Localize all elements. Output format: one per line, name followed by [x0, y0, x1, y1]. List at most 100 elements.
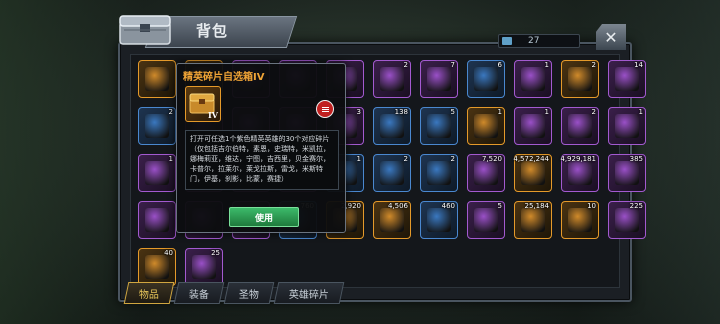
inventory-slot[interactable]: 40 [138, 248, 176, 286]
potion-icon [568, 161, 592, 185]
item-count: 3 [356, 108, 361, 116]
inventory-slot[interactable]: 4,506 [373, 201, 411, 239]
inventory-slot[interactable]: 460 [420, 201, 458, 239]
card-icon [568, 114, 592, 138]
item-count: 2 [591, 61, 596, 69]
inventory-slot[interactable]: 1 [514, 107, 552, 145]
item-count: 14 [634, 61, 643, 69]
gem-icon [521, 67, 545, 91]
page-title: 背包 [196, 22, 229, 40]
inventory-slot[interactable] [138, 60, 176, 98]
tab-equipment[interactable]: 装备 [173, 282, 225, 304]
item-count: 4,506 [387, 202, 408, 210]
item-count: 4,929,181 [560, 155, 596, 163]
item-count: 1 [544, 108, 549, 116]
inventory-slot[interactable]: 4,572,244 [513, 154, 552, 192]
inventory-slot[interactable]: 1 [138, 154, 176, 192]
inventory-slot[interactable]: 2 [138, 107, 176, 145]
tab-items[interactable]: 物品 [123, 282, 175, 304]
item-count: 40 [164, 249, 173, 257]
close-button[interactable]: ✕ [596, 24, 626, 50]
item-count: 460 [441, 202, 455, 210]
inventory-slot[interactable]: 2 [561, 60, 599, 98]
item-count: 385 [629, 155, 643, 163]
inventory-slot[interactable]: 1 [467, 107, 505, 145]
use-button[interactable]: 使用 [229, 207, 299, 227]
inventory-slot[interactable]: 6 [467, 60, 505, 98]
orb-icon [615, 161, 639, 185]
inventory-slot[interactable]: 5 [420, 107, 458, 145]
inventory-slot[interactable]: 2 [373, 154, 411, 192]
item-count: 2 [403, 155, 408, 163]
gun-icon [427, 114, 451, 138]
item-count: 2 [591, 108, 596, 116]
inventory-slot[interactable]: 10 [561, 201, 599, 239]
item-icon [145, 208, 169, 232]
inventory-slot[interactable]: 1 [514, 60, 552, 98]
popup-title: 精英碎片自选箱IV [183, 72, 265, 83]
shield-icon [145, 114, 169, 138]
list-icon [321, 108, 329, 110]
card-icon [521, 114, 545, 138]
tab-hero-fragments[interactable]: 英雄碎片 [273, 282, 345, 304]
emblem-icon [474, 208, 498, 232]
inventory-slot[interactable]: 2 [373, 60, 411, 98]
emblem-icon [427, 208, 451, 232]
inventory-slot[interactable]: 4,929,181 [560, 154, 599, 192]
item-count: 2 [168, 108, 173, 116]
item-count: 1 [168, 155, 173, 163]
capacity-badge: 27 [498, 34, 580, 48]
inventory-slot[interactable]: 2 [561, 107, 599, 145]
card-icon [615, 114, 639, 138]
item-count: 2 [403, 61, 408, 69]
plane-icon [568, 67, 592, 91]
bottlecap-icon [615, 67, 639, 91]
fuel-icon [521, 208, 545, 232]
chest-level: IV [208, 110, 218, 120]
item-count: 1 [544, 61, 549, 69]
chest-icon [145, 67, 169, 91]
inventory-slot[interactable]: 2 [420, 154, 458, 192]
item-count: 6 [497, 61, 502, 69]
chest-icon [119, 15, 171, 45]
inventory-slot[interactable]: 385 [608, 154, 646, 192]
crate-icon [380, 208, 404, 232]
orb-icon [568, 208, 592, 232]
item-count: 2 [450, 155, 455, 163]
item-detail-popup: 精英碎片自选箱IV IV 打开可任选1个紫色精英英雄的30个对应碎片（仅包括吉尔… [176, 63, 346, 233]
card-icon [380, 161, 404, 185]
gem-pile-icon [474, 161, 498, 185]
item-count: 1 [638, 108, 643, 116]
close-icon: ✕ [604, 27, 618, 47]
inventory-slot[interactable]: 138 [373, 107, 411, 145]
inventory-slot[interactable] [138, 201, 176, 239]
item-count: 5 [497, 202, 502, 210]
inventory-slot[interactable]: 1 [608, 107, 646, 145]
item-count: 25 [211, 249, 220, 257]
popup-description: 打开可任选1个紫色精英英雄的30个对应碎片（仅包括吉尔伯特，素恩，史瑞特，米凯拉… [185, 130, 339, 190]
scroll-icon [380, 67, 404, 91]
inventory-slot[interactable]: 225 [608, 201, 646, 239]
speedup-4h-icon [474, 67, 498, 91]
card-icon [427, 161, 451, 185]
bullets-icon [380, 114, 404, 138]
capacity-icon [502, 37, 512, 45]
inventory-slot[interactable]: 7 [420, 60, 458, 98]
item-count: 138 [394, 108, 408, 116]
detail-menu-button[interactable] [316, 100, 334, 118]
item-count: 1 [497, 108, 502, 116]
tab-relics[interactable]: 圣物 [223, 282, 275, 304]
orb-icon [192, 255, 216, 279]
card-icon [145, 161, 169, 185]
inventory-slot[interactable]: 25 [185, 248, 223, 286]
item-count: 25,184 [524, 202, 550, 210]
capacity-value: 27 [528, 36, 540, 46]
item-count: 225 [629, 202, 643, 210]
inventory-slot[interactable]: 7,520 [467, 154, 505, 192]
inventory-slot[interactable]: 25,184 [514, 201, 552, 239]
inventory-slot[interactable]: 14 [608, 60, 646, 98]
category-tabs: 物品 装备 圣物 英雄碎片 [123, 282, 345, 304]
item-count: 4,572,244 [513, 155, 549, 163]
orb-icon [615, 208, 639, 232]
inventory-slot[interactable]: 5 [467, 201, 505, 239]
